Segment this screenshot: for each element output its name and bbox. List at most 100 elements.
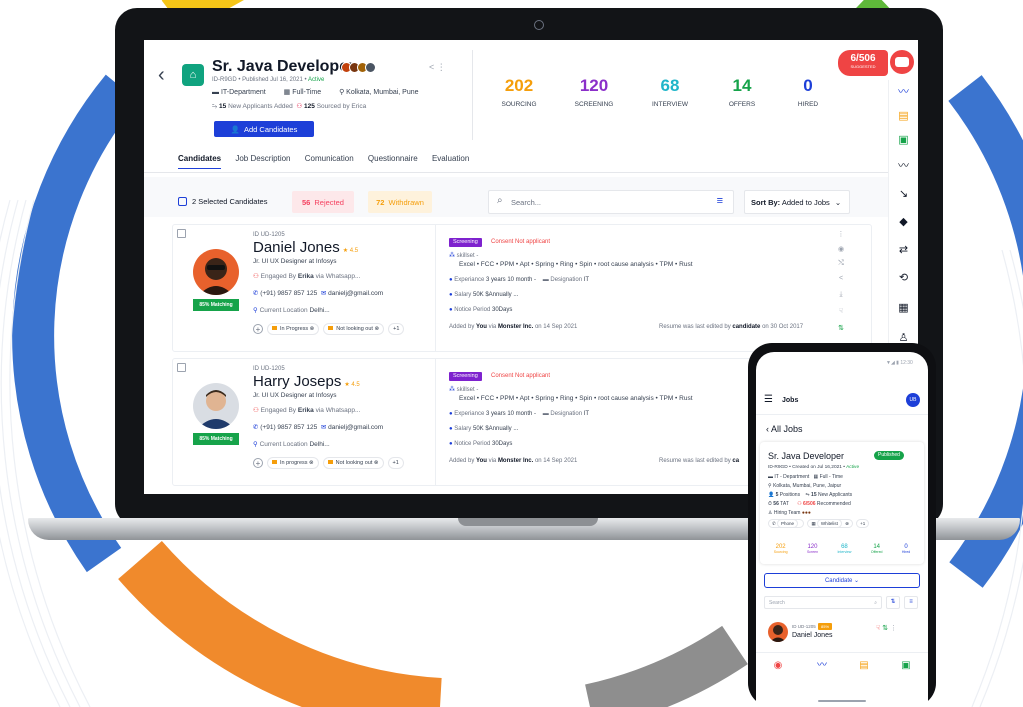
mobile-candidate-name[interactable]: Daniel Jones — [792, 632, 832, 639]
mail-icon: ✉ — [320, 424, 327, 431]
tag-pill[interactable]: In Progress ⊗ — [267, 323, 320, 335]
tag-pill[interactable]: Not looking out ⊗ — [322, 457, 384, 469]
label-icon[interactable]: ◆ — [897, 216, 910, 229]
transfer-icon[interactable]: ⤭ — [835, 260, 847, 268]
mobile-stat[interactable]: 120 Screen — [807, 544, 818, 562]
notice-icon: ● — [449, 441, 453, 447]
salary-value: 50K $Annually ... — [472, 292, 519, 298]
activity-icon[interactable]: 〰 — [897, 86, 910, 99]
robot-assistant-icon[interactable] — [890, 50, 914, 74]
mobile-stat[interactable]: 202 Sourcing — [774, 544, 788, 562]
mobile-filter-icon[interactable]: ≡ — [904, 596, 918, 609]
rejected-filter-chip[interactable]: 56 Rejected — [292, 191, 354, 213]
pipeline-stat[interactable]: 0 HIRED — [778, 76, 838, 108]
search-input[interactable]: ⌕ Search... ≡ — [488, 190, 734, 214]
select-all-checkbox[interactable] — [178, 197, 187, 206]
skill-icon: ⁂ — [449, 253, 455, 259]
add-tag-icon[interactable]: + — [253, 458, 263, 468]
more-icon[interactable]: ⋮ — [890, 625, 897, 632]
more-tags[interactable]: +1 — [387, 457, 404, 469]
mobile-search-input[interactable]: Search ⌕ — [764, 596, 882, 609]
tab-questionnaire[interactable]: Questionnaire — [368, 154, 418, 168]
report-icon[interactable]: ▣ — [897, 134, 910, 147]
candidate-name[interactable]: Harry Joseps ★ 4.5 — [253, 373, 360, 390]
report-icon[interactable]: ▣ — [900, 660, 912, 672]
pipeline-stat[interactable]: 14 OFFERS — [712, 76, 772, 108]
candidate-phone[interactable]: (+91) 9857 857 125 — [260, 290, 317, 297]
mobile-stat-label: Interview — [837, 550, 852, 554]
candidate-phone[interactable]: (+91) 9857 857 125 — [260, 424, 317, 431]
add-candidates-button[interactable]: 👤 Add Candidates — [214, 121, 314, 137]
rejected-count: 56 — [302, 197, 311, 207]
share-icon[interactable]: < — [835, 275, 847, 282]
history-icon[interactable]: ⟲ — [897, 272, 910, 285]
tab-job-description[interactable]: Job Description — [235, 154, 290, 168]
mobile-stat[interactable]: 0 Hired — [902, 544, 910, 562]
hiring-team-avatars[interactable] — [341, 62, 376, 73]
job-published-date: Published Jul 16, 2021 — [242, 77, 303, 83]
more-icon[interactable]: ⋮ — [835, 230, 847, 238]
view-icon[interactable]: ◉ — [835, 245, 847, 253]
edited-prefix: Resume was last edited by — [659, 324, 731, 330]
tag-pill[interactable]: In progress ⊗ — [267, 457, 319, 469]
candidate-checkbox[interactable] — [177, 363, 186, 372]
withdrawn-filter-chip[interactable]: 72 Withdrawn — [368, 191, 432, 213]
notes-icon[interactable]: ▤ — [858, 660, 870, 672]
sort-icon[interactable]: ⇅ — [882, 625, 888, 632]
dislike-icon[interactable]: ☟ — [876, 625, 880, 632]
mobile-tag[interactable]: ▦ Whitelist ⊗ — [807, 519, 853, 528]
added-date: on 14 Sep 2021 — [534, 324, 578, 330]
tag-pill[interactable]: Not looking out ⊗ — [323, 323, 385, 335]
all-jobs-back-link[interactable]: ‹ All Jobs — [766, 424, 803, 434]
mobile-tag-more[interactable]: +1 — [856, 519, 870, 528]
mobile-candidate-actions: ☟ ⇅ ⋮ — [876, 624, 897, 632]
pipeline-stat[interactable]: 202 SOURCING — [489, 76, 549, 108]
added-source: Monster Inc. — [497, 324, 534, 330]
sourced-label: Sourced by Erica — [316, 103, 367, 110]
mobile-stat[interactable]: 14 Offered — [871, 544, 883, 562]
candidate-email[interactable]: danielj@gmail.com — [328, 424, 383, 431]
mobile-stat[interactable]: 68 Interview — [837, 544, 851, 562]
mobile-match-badge: 85% — [818, 623, 833, 630]
candidate-checkbox[interactable] — [177, 229, 186, 238]
activity-icon[interactable]: 〰 — [816, 660, 828, 672]
sort-icon[interactable]: ⇅ — [835, 324, 847, 332]
hiring-team-label: Hiring Team — [773, 510, 801, 516]
trend-icon[interactable]: 〰 — [897, 160, 910, 173]
edited-info: Resume was last edited by candidate on 3… — [659, 324, 803, 330]
mobile-sort-icon[interactable]: ⇅ — [886, 596, 900, 609]
contact-info: ✆ (+91) 9857 857 125 ✉ danielj@gmail.com — [253, 289, 383, 297]
added-by: You — [476, 324, 487, 330]
candidate-email[interactable]: danielj@gmail.com — [328, 290, 383, 297]
skillset-label: ⁂ skillset - — [449, 386, 478, 393]
mobile-job-meta: ID-R9GD • Created on Jul 16,2021 • Activ… — [768, 465, 860, 470]
move-icon[interactable]: ↘ — [897, 188, 910, 201]
notes-icon[interactable]: ▤ — [897, 110, 910, 123]
experience-info: ● Experiance 3 years 10 month - ▬ Design… — [449, 277, 589, 283]
mobile-tag[interactable]: ✆ Phone — [768, 519, 805, 528]
transfer-icon[interactable]: ⇄ — [897, 244, 910, 257]
more-tags[interactable]: +1 — [388, 323, 405, 335]
candidate-dropdown-button[interactable]: Candidate ⌄ — [764, 573, 920, 588]
user-avatar[interactable]: UB — [906, 393, 920, 407]
hamburger-menu-icon[interactable]: ☰ — [764, 394, 773, 405]
add-tag-icon[interactable]: + — [253, 324, 263, 334]
pipeline-stat[interactable]: 68 INTERVIEW — [640, 76, 700, 108]
tab-candidates[interactable]: Candidates — [178, 154, 222, 169]
share-icon[interactable]: < ⋮ — [429, 62, 446, 73]
candidate-card[interactable]: 85% Matching ID UD-1205 Daniel Jones ★ 4.… — [172, 224, 872, 352]
tag-label: Not looking out — [335, 460, 373, 466]
robot-icon[interactable]: ◉ — [772, 660, 784, 672]
pipeline-stat[interactable]: 120 SCREENING — [564, 76, 624, 108]
tab-communication[interactable]: Comunication — [305, 154, 354, 168]
filter-icon[interactable]: ≡ — [717, 195, 723, 207]
recommended-icon: ⚇ — [797, 501, 802, 507]
form-icon[interactable]: ▦ — [897, 302, 910, 315]
dislike-icon[interactable]: ☟ — [835, 307, 847, 315]
candidate-name[interactable]: Daniel Jones ★ 4.5 — [253, 239, 358, 256]
back-chevron-icon[interactable]: ‹ — [158, 64, 165, 87]
download-icon[interactable]: ⤓ — [835, 291, 847, 299]
sort-dropdown[interactable]: Sort By: Added to Jobs ⌄ — [744, 190, 850, 214]
suggested-badge[interactable]: 6/506 SUGGESTED — [838, 50, 888, 76]
tab-evaluation[interactable]: Evaluation — [432, 154, 469, 168]
